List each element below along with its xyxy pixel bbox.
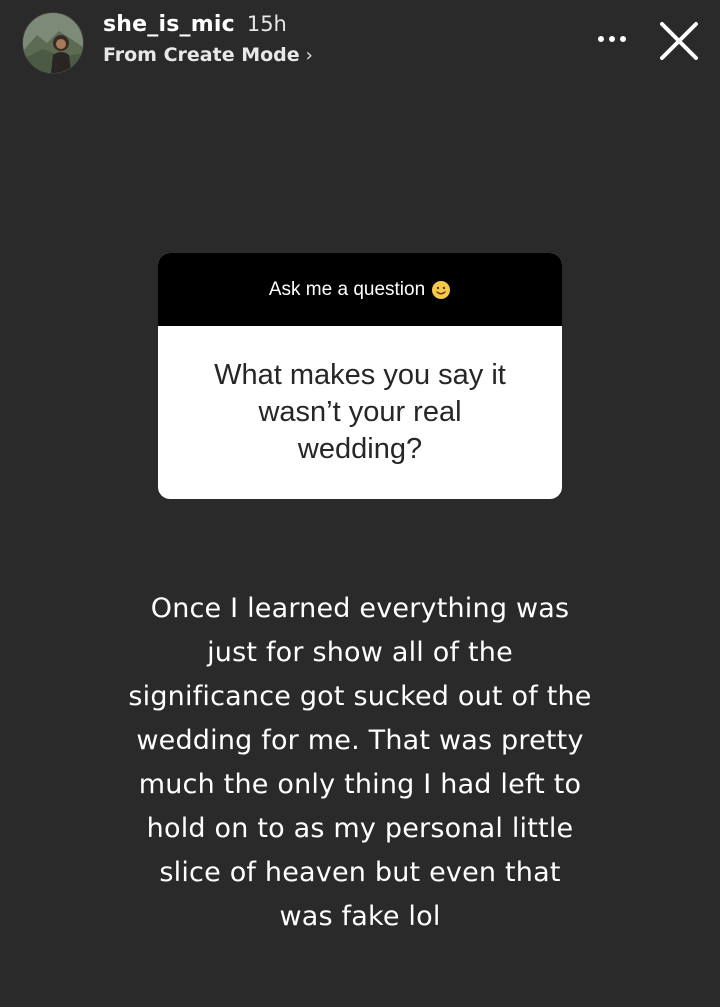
close-icon xyxy=(660,22,698,60)
chevron-right-icon: › xyxy=(305,44,313,66)
user-line: she_is_mic 15h xyxy=(103,12,287,37)
create-mode-link[interactable]: From Create Mode › xyxy=(103,44,313,66)
create-mode-label: From Create Mode xyxy=(103,44,300,66)
sticker-header: Ask me a question xyxy=(158,253,562,326)
more-options-button[interactable] xyxy=(590,24,634,54)
more-dots-icon xyxy=(620,36,626,42)
more-dots-icon xyxy=(598,36,604,42)
username[interactable]: she_is_mic xyxy=(103,12,235,37)
story-header: she_is_mic 15h From Create Mode › xyxy=(0,0,720,90)
more-dots-icon xyxy=(609,36,615,42)
avatar[interactable] xyxy=(22,12,84,74)
sticker-title: Ask me a question xyxy=(268,278,426,300)
smiling-face-emoji-icon xyxy=(432,280,451,299)
answer-text: Once I learned everything was just for s… xyxy=(128,593,592,932)
question-text: What makes you say it wasn’t your real w… xyxy=(214,359,506,465)
close-button[interactable] xyxy=(656,18,702,64)
question-sticker: Ask me a question What makes you say it … xyxy=(158,253,562,499)
story-viewer[interactable]: she_is_mic 15h From Create Mode › Ask me… xyxy=(0,0,720,1007)
post-time: 15h xyxy=(246,12,287,36)
sticker-body: What makes you say it wasn’t your real w… xyxy=(158,326,562,499)
